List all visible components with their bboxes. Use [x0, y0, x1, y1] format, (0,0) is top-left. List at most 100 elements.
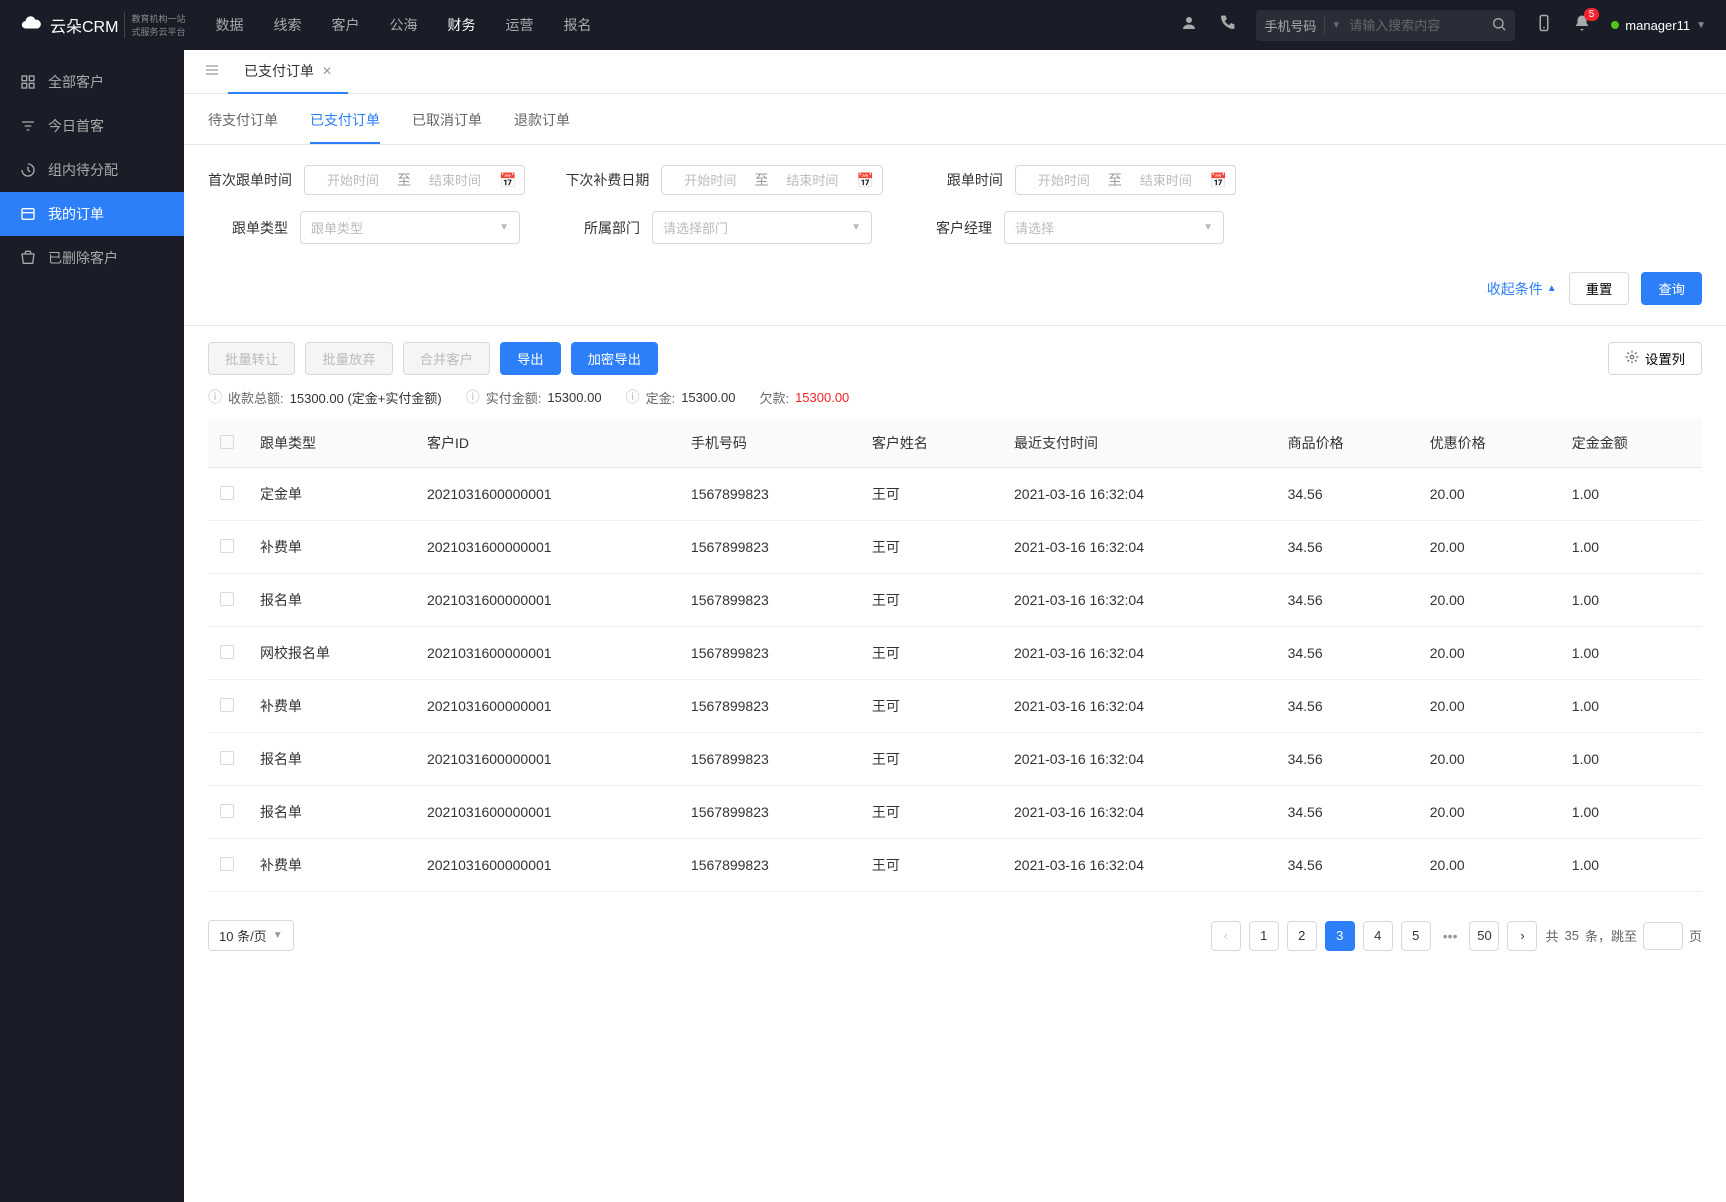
search-button[interactable]: 查询 [1641, 272, 1702, 305]
row-checkbox[interactable] [220, 804, 234, 818]
nav-item[interactable]: 公海 [389, 15, 417, 35]
search-box: 手机号码 ▼ [1256, 10, 1515, 41]
calendar-icon: 📅 [499, 172, 516, 189]
cell-id: 2021031600000001 [415, 468, 679, 521]
cell-time: 2021-03-16 16:32:04 [1002, 627, 1276, 680]
next-pay-start[interactable] [670, 173, 750, 188]
page-size-select[interactable]: 10 条/页 ▼ [208, 920, 294, 951]
summary-debt: 15300.00 [795, 390, 849, 405]
sidebar-item-label: 组内待分配 [48, 160, 118, 180]
sidebar-item[interactable]: 已删除客户 [0, 236, 184, 280]
sidebar-item[interactable]: 组内待分配 [0, 148, 184, 192]
manager-select[interactable]: 请选择 ▼ [1004, 211, 1224, 244]
tab-paid-orders[interactable]: 已支付订单 ✕ [228, 50, 348, 94]
cell-deposit: 1.00 [1560, 680, 1702, 733]
sub-tab[interactable]: 待支付订单 [208, 110, 278, 144]
next-pay-date-range[interactable]: 至 📅 [661, 165, 882, 195]
cell-id: 2021031600000001 [415, 733, 679, 786]
row-checkbox[interactable] [220, 486, 234, 500]
toolbar: 批量转让 批量放弃 合并客户 导出 加密导出 设置列 [184, 325, 1726, 387]
sidebar-item[interactable]: 今日首客 [0, 104, 184, 148]
sub-tab[interactable]: 已支付订单 [310, 110, 380, 144]
table-row: 补费单20210316000000011567899823王可2021-03-1… [208, 839, 1702, 892]
close-icon[interactable]: ✕ [322, 64, 332, 78]
sub-tab[interactable]: 已取消订单 [412, 110, 482, 144]
cell-discount: 20.00 [1418, 733, 1560, 786]
follow-type-select[interactable]: 跟单类型 ▼ [300, 211, 520, 244]
phone-icon[interactable] [1218, 14, 1236, 37]
row-checkbox[interactable] [220, 698, 234, 712]
select-all-checkbox[interactable] [220, 435, 234, 449]
chevron-left-icon: ‹ [1224, 928, 1228, 943]
sidebar-icon [20, 74, 36, 90]
search-icon[interactable] [1491, 16, 1507, 35]
cell-time: 2021-03-16 16:32:04 [1002, 786, 1276, 839]
table-header: 商品价格 [1276, 419, 1418, 468]
user-icon[interactable] [1180, 14, 1198, 37]
nav-item[interactable]: 财务 [447, 15, 475, 35]
table-row: 补费单20210316000000011567899823王可2021-03-1… [208, 521, 1702, 574]
reset-button[interactable]: 重置 [1569, 272, 1630, 305]
first-follow-end[interactable] [415, 173, 495, 188]
table-row: 网校报名单20210316000000011567899823王可2021-03… [208, 627, 1702, 680]
next-page-button[interactable]: › [1507, 921, 1537, 951]
row-checkbox[interactable] [220, 539, 234, 553]
prev-page-button[interactable]: ‹ [1211, 921, 1241, 951]
cell-discount: 20.00 [1418, 839, 1560, 892]
collapse-filters-link[interactable]: 收起条件 ▲ [1487, 279, 1557, 299]
notification-icon[interactable]: 5 [1573, 14, 1591, 37]
first-follow-date-range[interactable]: 至 📅 [304, 165, 525, 195]
page-button[interactable]: 5 [1401, 921, 1431, 951]
page-jump-input[interactable] [1643, 922, 1683, 950]
logo[interactable]: 云朵CRM 教育机构一站 式服务云平台 [20, 12, 185, 39]
calendar-icon: 📅 [856, 172, 873, 189]
row-checkbox[interactable] [220, 751, 234, 765]
search-type-select[interactable]: 手机号码 [1264, 16, 1325, 35]
follow-time-start[interactable] [1024, 173, 1104, 188]
department-select[interactable]: 请选择部门 ▼ [652, 211, 872, 244]
column-settings-button[interactable]: 设置列 [1608, 342, 1702, 375]
sub-tab[interactable]: 退款订单 [514, 110, 570, 144]
sidebar-item[interactable]: 全部客户 [0, 60, 184, 104]
row-checkbox[interactable] [220, 592, 234, 606]
nav-item[interactable]: 数据 [215, 15, 243, 35]
nav-item[interactable]: 报名 [563, 15, 591, 35]
cell-type: 补费单 [248, 680, 415, 733]
follow-time-date-range[interactable]: 至 📅 [1015, 165, 1236, 195]
export-button[interactable]: 导出 [500, 342, 561, 375]
batch-transfer-button[interactable]: 批量转让 [208, 342, 295, 375]
encrypt-export-button[interactable]: 加密导出 [571, 342, 658, 375]
nav-item[interactable]: 运营 [505, 15, 533, 35]
next-pay-end[interactable] [772, 173, 852, 188]
page-button[interactable]: 3 [1325, 921, 1355, 951]
sidebar: 全部客户今日首客组内待分配我的订单已删除客户 [0, 50, 184, 1202]
cell-phone: 1567899823 [679, 521, 860, 574]
last-page-button[interactable]: 50 [1469, 921, 1499, 951]
menu-toggle-icon[interactable] [196, 62, 228, 81]
department-label: 所属部门 [560, 218, 640, 238]
cell-name: 王可 [860, 468, 1002, 521]
first-follow-start[interactable] [313, 173, 393, 188]
first-follow-label: 首次跟单时间 [208, 170, 292, 190]
cell-type: 补费单 [248, 521, 415, 574]
nav-item[interactable]: 客户 [331, 15, 359, 35]
cell-type: 报名单 [248, 786, 415, 839]
mobile-icon[interactable] [1535, 14, 1553, 37]
table-row: 报名单20210316000000011567899823王可2021-03-1… [208, 733, 1702, 786]
user-menu[interactable]: manager11 ▼ [1611, 18, 1706, 33]
cloud-icon [20, 12, 42, 39]
cell-price: 34.56 [1276, 680, 1418, 733]
page-button[interactable]: 2 [1287, 921, 1317, 951]
page-button[interactable]: 1 [1249, 921, 1279, 951]
search-input[interactable] [1341, 14, 1491, 37]
follow-time-end[interactable] [1126, 173, 1206, 188]
row-checkbox[interactable] [220, 857, 234, 871]
row-checkbox[interactable] [220, 645, 234, 659]
nav-icons [1180, 14, 1236, 37]
page-button[interactable]: 4 [1363, 921, 1393, 951]
batch-giveup-button[interactable]: 批量放弃 [305, 342, 392, 375]
nav-item[interactable]: 线索 [273, 15, 301, 35]
sidebar-item[interactable]: 我的订单 [0, 192, 184, 236]
merge-button[interactable]: 合并客户 [403, 342, 490, 375]
cell-name: 王可 [860, 733, 1002, 786]
